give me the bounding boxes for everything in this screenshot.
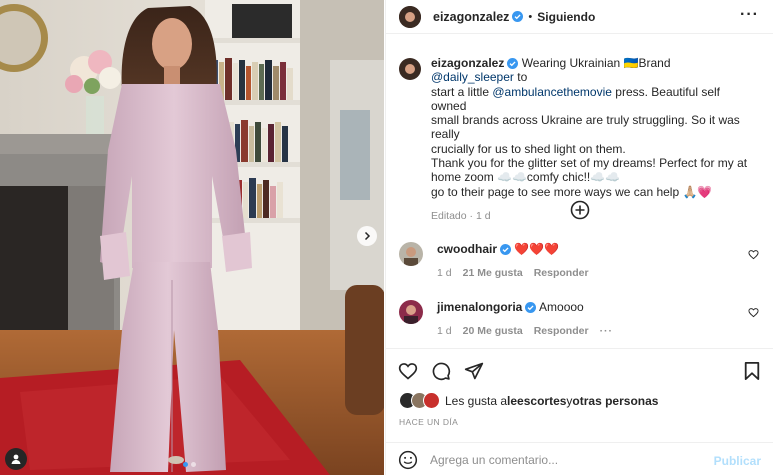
photo-scene bbox=[0, 0, 384, 475]
heart-icon[interactable] bbox=[748, 249, 759, 260]
comment: jimenalongoria Amoooo 1 d 20 Me gusta Re… bbox=[399, 300, 769, 337]
reply-button[interactable]: Responder bbox=[534, 267, 589, 279]
caption-line: eizagonzalez Wearing Ukrainian 🇺🇦Brand @… bbox=[431, 56, 756, 85]
caption-username[interactable]: eizagonzalez bbox=[431, 56, 504, 70]
comment-line: cwoodhair ❤️❤️❤️ bbox=[437, 242, 589, 256]
emoji-icon[interactable] bbox=[398, 450, 418, 470]
more-options-button[interactable]: ··· bbox=[740, 7, 759, 23]
comment-meta: 1 d 21 Me gusta Responder bbox=[437, 267, 589, 279]
carousel-dot bbox=[183, 462, 188, 467]
comment-text: ❤️❤️❤️ bbox=[514, 242, 560, 256]
commenter-avatar[interactable] bbox=[399, 300, 423, 324]
caption-line: Thank you for the glitter set of my drea… bbox=[431, 156, 748, 171]
caption-line: crucially for us to shed light on them. bbox=[431, 141, 626, 156]
comment-likes[interactable]: 21 Me gusta bbox=[463, 267, 523, 279]
reply-button[interactable]: Responder bbox=[534, 325, 589, 337]
caption-text: eizagonzalez Wearing Ukrainian 🇺🇦Brand @… bbox=[431, 56, 756, 223]
header-separator: • bbox=[528, 10, 533, 23]
mention-link[interactable]: @ambulancethemovie bbox=[492, 85, 612, 99]
comment-time: 1 d bbox=[437, 267, 452, 279]
verified-icon bbox=[525, 302, 537, 313]
caption-line: go to their page to see more ways we can… bbox=[431, 184, 713, 199]
verified-icon bbox=[500, 244, 512, 255]
comment-text: Amoooo bbox=[539, 300, 584, 314]
caption: eizagonzalez Wearing Ukrainian 🇺🇦Brand @… bbox=[399, 56, 769, 223]
liker-avatars[interactable] bbox=[399, 392, 441, 410]
author-avatar-image bbox=[399, 5, 421, 28]
comment-body: jimenalongoria Amoooo 1 d 20 Me gusta Re… bbox=[437, 300, 613, 337]
add-circle-icon bbox=[570, 200, 590, 220]
comment-username[interactable]: jimenalongoria bbox=[437, 300, 522, 314]
follow-status-button[interactable]: Siguiendo bbox=[537, 10, 595, 24]
verified-icon bbox=[512, 11, 524, 22]
comment-more-button[interactable]: ··· bbox=[600, 325, 614, 337]
liker-username[interactable]: leescortes bbox=[507, 394, 566, 408]
caption-text-fragment: Brand bbox=[638, 56, 671, 70]
post-header: eizagonzalez • Siguiendo ··· bbox=[386, 0, 773, 34]
comment-likes[interactable]: 20 Me gusta bbox=[463, 325, 523, 337]
comment-username[interactable]: cwoodhair bbox=[437, 242, 497, 256]
chevron-right-icon bbox=[364, 231, 371, 241]
caption-line: small brands across Ukraine are truly st… bbox=[431, 113, 740, 142]
user-tags-button[interactable] bbox=[5, 448, 27, 470]
carousel-dots bbox=[183, 462, 196, 467]
comment-line: jimenalongoria Amoooo bbox=[437, 300, 613, 314]
caption-avatar[interactable] bbox=[399, 58, 421, 80]
verified-icon bbox=[507, 58, 519, 69]
add-comment-row: Agrega un comentario... Publicar bbox=[386, 442, 773, 475]
comment: cwoodhair ❤️❤️❤️ 1 d 21 Me gusta Respond… bbox=[399, 242, 769, 279]
caption-avatar-image bbox=[399, 58, 421, 80]
post-photo[interactable] bbox=[0, 0, 384, 475]
caption-line: start a little @ambulancethemovie press.… bbox=[431, 85, 756, 114]
likes-summary: Les gusta a leescortes y otras personas bbox=[399, 392, 658, 410]
heart-icon[interactable] bbox=[748, 307, 759, 318]
action-bar: Les gusta a leescortes y otras personas … bbox=[386, 348, 773, 475]
share-icon[interactable] bbox=[464, 361, 484, 381]
likes-prefix: Les gusta a bbox=[445, 394, 508, 408]
user-tag-icon bbox=[11, 454, 21, 464]
other-likers-link[interactable]: otras personas bbox=[572, 394, 658, 408]
caption-text-fragment: start a little bbox=[431, 84, 493, 99]
caption-line: home zoom ☁️☁️comfy chic!!☁️☁️ bbox=[431, 170, 621, 185]
next-photo-button[interactable] bbox=[357, 226, 377, 246]
post-timestamp: HACE UN DÍA bbox=[399, 417, 459, 427]
caption-text-fragment: Wearing Ukrainian bbox=[518, 56, 624, 70]
comment-input[interactable]: Agrega un comentario... bbox=[430, 453, 558, 467]
action-icons bbox=[398, 361, 484, 381]
liker-avatar bbox=[423, 392, 440, 409]
flag-emoji: 🇺🇦 bbox=[623, 56, 639, 70]
mention-link[interactable]: @daily_sleeper bbox=[431, 70, 514, 84]
post-details: eizagonzalez • Siguiendo ··· eizagonzale… bbox=[385, 0, 773, 475]
commenter-avatar[interactable] bbox=[399, 242, 423, 266]
caption-text-fragment: to bbox=[513, 70, 528, 85]
carousel-dot bbox=[191, 462, 196, 467]
author-username[interactable]: eizagonzalez bbox=[433, 10, 509, 24]
load-more-comments-button[interactable] bbox=[570, 200, 590, 223]
comment-body: cwoodhair ❤️❤️❤️ 1 d 21 Me gusta Respond… bbox=[437, 242, 589, 279]
edited-label: Editado · 1 d bbox=[431, 209, 491, 222]
commenter-avatar-image bbox=[399, 300, 423, 324]
comment-time: 1 d bbox=[437, 325, 452, 337]
heart-icon[interactable] bbox=[398, 361, 418, 381]
bookmark-icon[interactable] bbox=[743, 361, 761, 381]
comment-icon[interactable] bbox=[431, 361, 451, 381]
comment-meta: 1 d 20 Me gusta Responder ··· bbox=[437, 325, 613, 337]
commenter-avatar-image bbox=[399, 242, 423, 266]
publish-button[interactable]: Publicar bbox=[714, 454, 761, 468]
author-avatar[interactable] bbox=[399, 5, 421, 28]
